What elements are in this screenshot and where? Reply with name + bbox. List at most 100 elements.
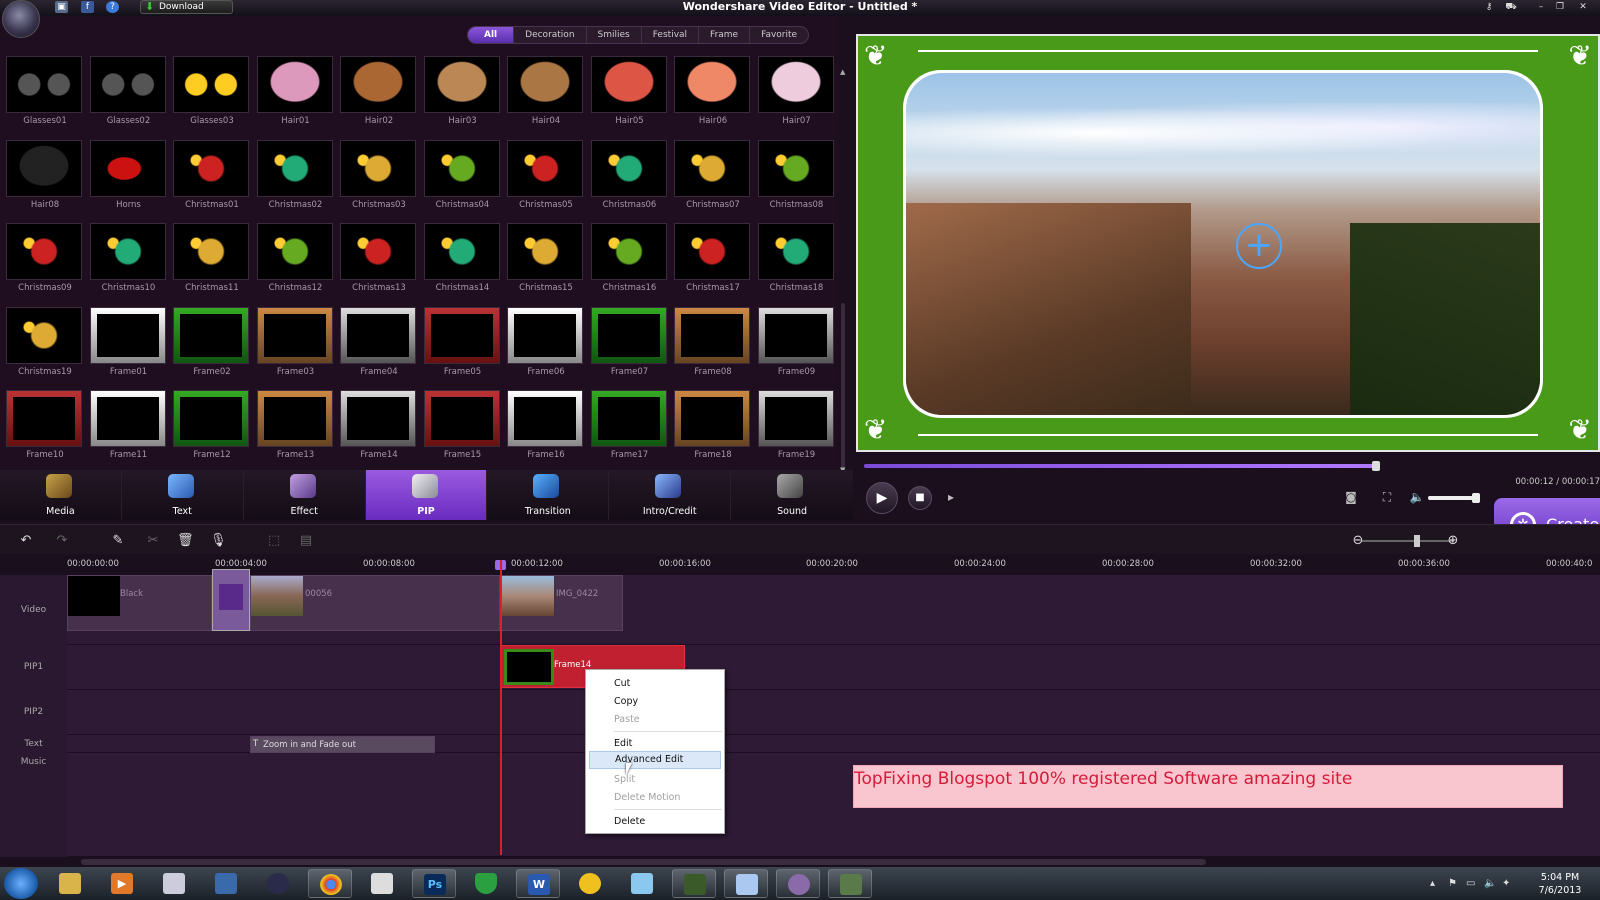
progress-knob[interactable] (1372, 461, 1380, 471)
zoom-knob[interactable] (1414, 535, 1420, 547)
tab-decoration[interactable]: Decoration (514, 27, 587, 43)
notepad-app[interactable] (152, 869, 196, 898)
help-icon[interactable]: ? (106, 1, 119, 13)
library-item[interactable]: Christmas05 (507, 139, 585, 224)
volume-knob[interactable] (1472, 493, 1480, 503)
download-button[interactable]: ⬇ Download (140, 0, 233, 14)
library-item[interactable]: Frame04 (340, 306, 418, 391)
clock[interactable]: 5:04 PM 7/6/2013 (1530, 871, 1590, 897)
library-item[interactable]: Frame16 (507, 390, 585, 474)
library-item[interactable]: Christmas02 (256, 139, 335, 224)
library-item[interactable]: Frame19 (757, 390, 836, 474)
playhead[interactable] (500, 560, 502, 855)
app-16[interactable] (828, 869, 872, 898)
cut-icon[interactable]: ✂ (145, 533, 161, 549)
library-item[interactable]: Christmas06 (590, 139, 669, 224)
tray-arrow-icon[interactable]: ▴ (1430, 878, 1435, 889)
chrome-app[interactable] (308, 869, 352, 898)
security-app[interactable] (464, 869, 508, 898)
menu-copy[interactable]: Copy (614, 696, 638, 707)
library-item[interactable]: Christmas19 (6, 306, 84, 391)
library-item[interactable]: Glasses02 (89, 56, 168, 140)
library-item[interactable]: Christmas04 (423, 139, 502, 224)
library-item[interactable]: Christmas16 (590, 223, 669, 307)
tab-frame[interactable]: Frame (699, 27, 751, 43)
library-item[interactable]: Christmas18 (757, 223, 836, 307)
edit-icon[interactable]: ✎ (110, 533, 126, 549)
library-item[interactable]: Frame10 (6, 390, 84, 474)
library-item[interactable]: Christmas08 (757, 139, 836, 224)
tab-smilies[interactable]: Smilies (587, 27, 642, 43)
speaker-icon[interactable]: 🔈 (1484, 878, 1496, 889)
transition-block[interactable] (212, 569, 250, 631)
photoshop-app[interactable]: Ps (412, 869, 456, 898)
library-item[interactable]: Christmas11 (173, 223, 251, 307)
library-item[interactable]: Hair08 (6, 139, 84, 224)
snapshot-icon[interactable]: ◙ (1342, 488, 1360, 506)
movie-maker-app[interactable] (204, 869, 248, 898)
tool-effect[interactable]: Effect (244, 470, 366, 520)
app-logo[interactable] (2, 0, 40, 38)
library-item[interactable]: Frame09 (757, 306, 836, 391)
scroll-up-icon[interactable]: ▲ (840, 68, 845, 76)
clip-black[interactable]: Black (67, 575, 212, 631)
library-item[interactable]: Frame17 (590, 390, 669, 474)
tool-media[interactable]: Media (0, 470, 122, 520)
menu-delete[interactable]: Delete (614, 816, 645, 827)
library-item[interactable]: Christmas09 (6, 223, 84, 307)
timeline-hscrollbar[interactable] (67, 857, 1600, 867)
library-item[interactable]: Hair07 (757, 56, 836, 140)
minimize-button[interactable]: – (1534, 1, 1548, 13)
explorer-app[interactable] (48, 869, 92, 898)
crop-icon[interactable]: ⬚ (266, 533, 282, 549)
restore-button[interactable]: ❐ (1553, 1, 1567, 13)
library-item[interactable]: Hair05 (590, 56, 669, 140)
network-icon[interactable]: ▭ (1466, 878, 1475, 889)
settings-icon[interactable]: ▤ (298, 533, 314, 549)
clip-img-0422[interactable]: IMG_0422 (501, 575, 623, 631)
library-item[interactable]: Christmas07 (674, 139, 752, 224)
next-frame-button[interactable]: ▸ (942, 488, 960, 506)
library-item[interactable]: Frame15 (423, 390, 502, 474)
app-12[interactable] (620, 869, 664, 898)
library-item[interactable]: Hair06 (674, 56, 752, 140)
tool-sound[interactable]: Sound (731, 470, 853, 520)
library-item[interactable]: Christmas01 (173, 139, 251, 224)
cart-icon[interactable]: ⛟ (1504, 1, 1518, 13)
zoom-in-icon[interactable]: ⊕ (1445, 533, 1461, 549)
library-item[interactable]: Horns (89, 139, 168, 224)
library-item[interactable]: Hair04 (507, 56, 585, 140)
menu-paste[interactable]: Paste (614, 714, 640, 725)
app-5[interactable] (256, 869, 300, 898)
paint-app[interactable] (360, 869, 404, 898)
library-item[interactable]: Christmas03 (340, 139, 418, 224)
menu-advanced-edit[interactable]: Advanced Edit (589, 751, 721, 769)
tool-transition[interactable]: Transition (487, 470, 610, 520)
library-item[interactable]: Hair02 (340, 56, 418, 140)
library-item[interactable]: Frame08 (674, 306, 752, 391)
library-item[interactable]: Frame13 (256, 390, 335, 474)
volume-icon[interactable]: 🔈 (1408, 488, 1426, 506)
library-item[interactable]: Christmas17 (674, 223, 752, 307)
library-item[interactable]: Hair03 (423, 56, 502, 140)
library-scroll-thumb[interactable] (841, 303, 845, 473)
tool-pip[interactable]: PIP (365, 470, 488, 520)
track-pip1[interactable] (67, 645, 1600, 690)
library-item[interactable]: Frame03 (256, 306, 335, 391)
microphone-icon[interactable]: 🎙 (210, 533, 227, 549)
library-item[interactable]: Frame06 (507, 306, 585, 391)
library-item[interactable]: Frame01 (89, 306, 168, 391)
library-item[interactable]: Frame18 (674, 390, 752, 474)
library-item[interactable]: Frame05 (423, 306, 502, 391)
library-item[interactable]: Hair01 (256, 56, 335, 140)
tab-all[interactable]: All (468, 27, 515, 43)
app-13[interactable] (672, 869, 716, 898)
timeline-scroll-thumb[interactable] (81, 859, 1206, 865)
menu-delete-motion[interactable]: Delete Motion (614, 792, 680, 803)
tab-favorite[interactable]: Favorite (750, 27, 808, 43)
clip-text[interactable]: T Zoom in and Fade out (250, 736, 435, 753)
volume-slider[interactable] (1428, 493, 1480, 503)
facebook-icon[interactable]: f (81, 1, 94, 13)
video-editor-app[interactable] (776, 869, 820, 898)
menu-cut[interactable]: Cut (614, 678, 630, 689)
